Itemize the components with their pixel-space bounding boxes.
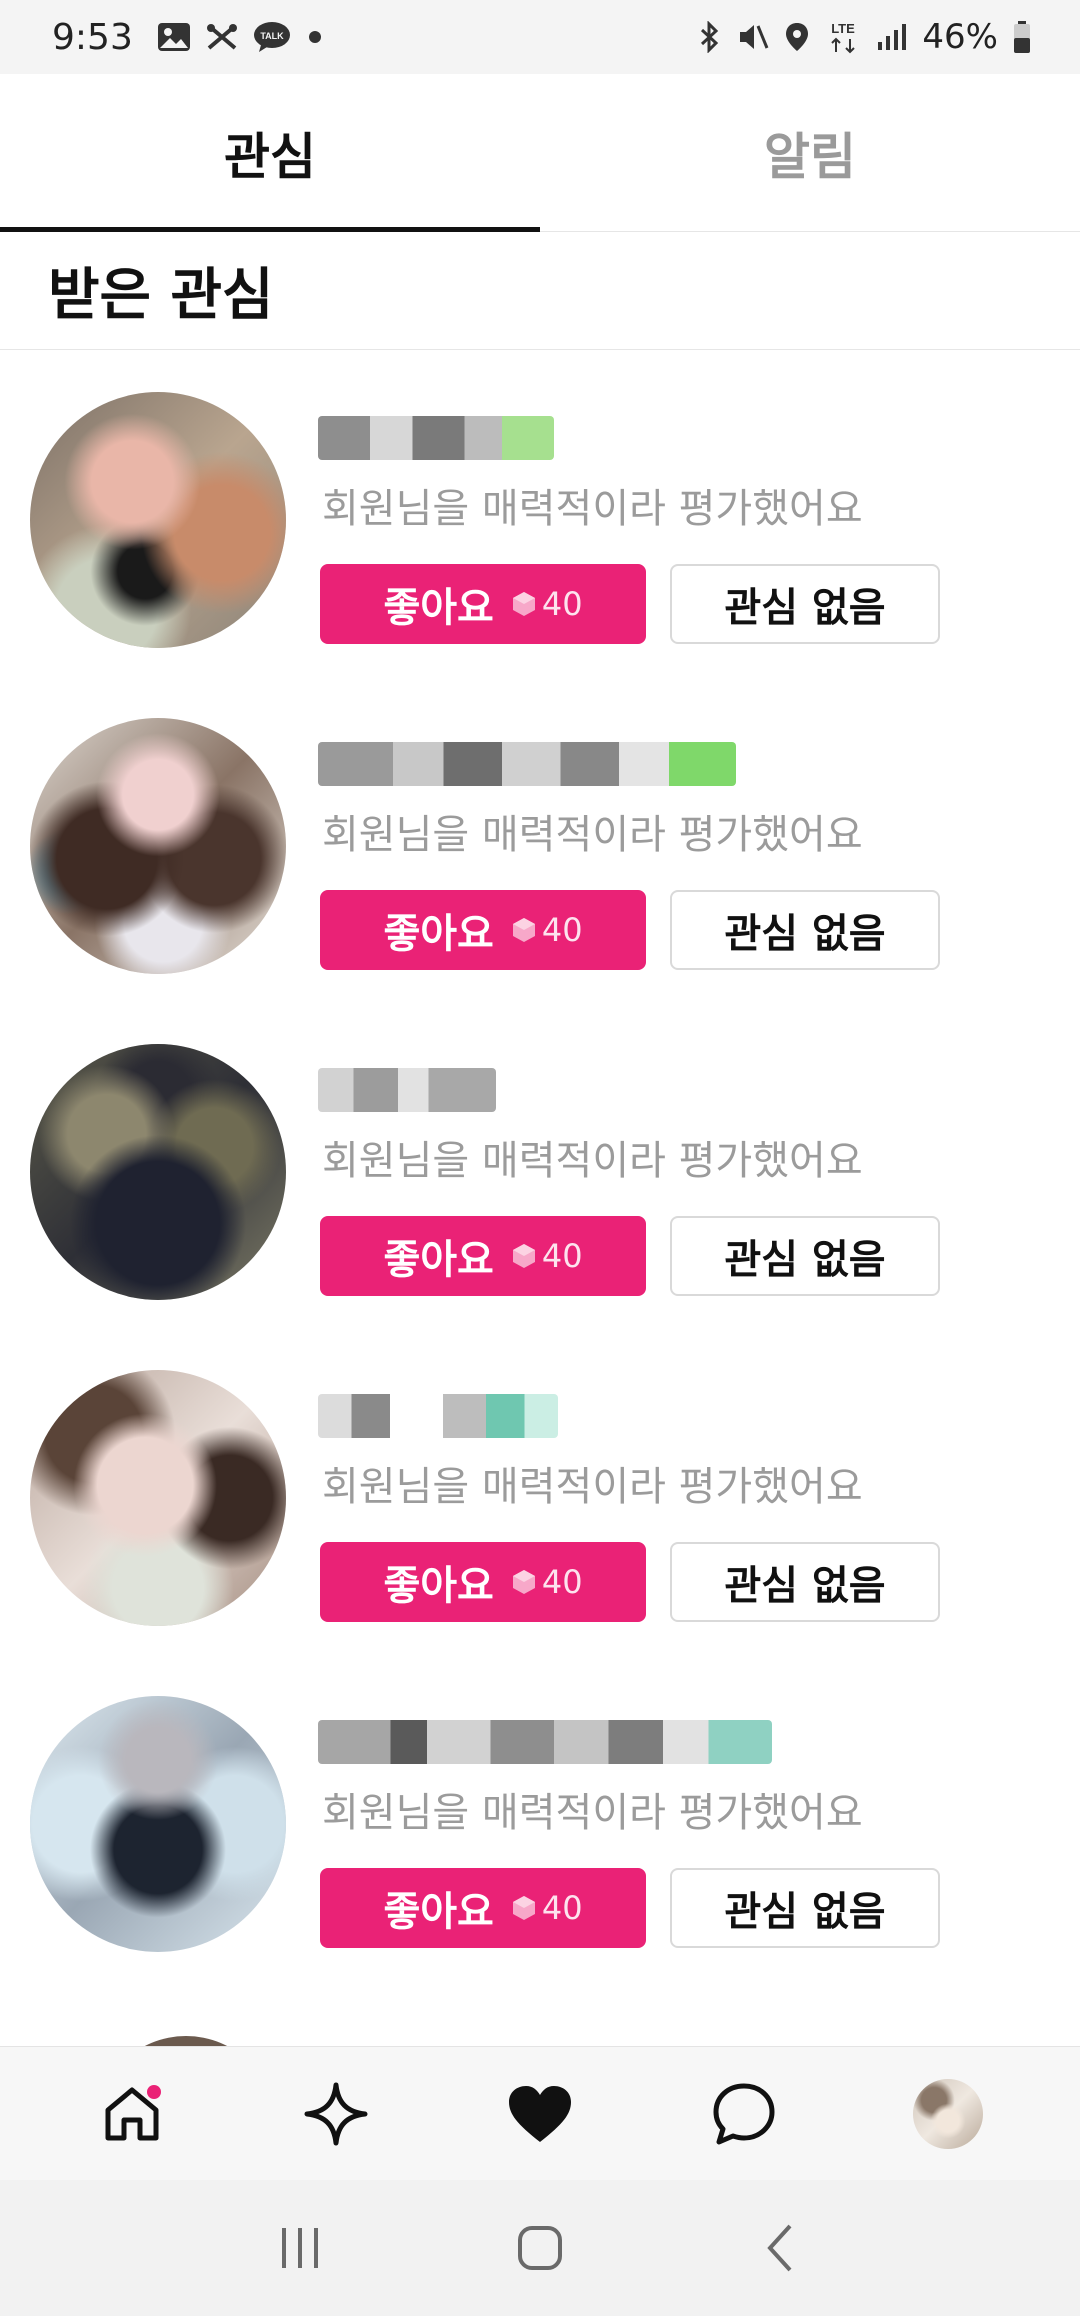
like-cost: 40 bbox=[512, 1237, 583, 1275]
like-button[interactable]: 좋아요 40 bbox=[320, 1216, 646, 1296]
list-item[interactable]: 회원님을 매력적이라 평가했어요 좋아요 40 관심 없음 bbox=[0, 350, 1080, 676]
avatar[interactable] bbox=[30, 1044, 286, 1300]
like-cost-value: 40 bbox=[541, 1889, 583, 1927]
nav-likes[interactable] bbox=[485, 2059, 595, 2169]
svg-text:LTE: LTE bbox=[832, 21, 856, 36]
gem-icon bbox=[512, 1896, 535, 1920]
blurred-username bbox=[318, 1394, 558, 1438]
status-right: LTE 46% bbox=[698, 17, 1032, 57]
not-interested-button[interactable]: 관심 없음 bbox=[670, 564, 940, 644]
like-label: 좋아요 bbox=[383, 1563, 494, 1609]
item-description: 회원님을 매력적이라 평가했어요 bbox=[322, 1138, 863, 1184]
like-button[interactable]: 좋아요 40 bbox=[320, 1542, 646, 1622]
gem-icon bbox=[512, 1244, 535, 1268]
blurred-username bbox=[318, 742, 736, 786]
avatar[interactable] bbox=[30, 392, 286, 648]
status-bar: 9:53 TALK LTE 46% bbox=[0, 0, 1080, 74]
kakaotalk-icon: TALK bbox=[253, 21, 291, 53]
blurred-username bbox=[318, 416, 554, 460]
status-left: 9:53 TALK bbox=[52, 17, 325, 58]
avatar[interactable] bbox=[30, 718, 286, 974]
like-label: 좋아요 bbox=[383, 1237, 494, 1283]
home-button[interactable] bbox=[500, 2208, 580, 2288]
svg-text:TALK: TALK bbox=[260, 31, 284, 41]
not-interested-button[interactable]: 관심 없음 bbox=[670, 1542, 940, 1622]
like-cost: 40 bbox=[512, 911, 583, 949]
bottom-nav bbox=[0, 2046, 1080, 2180]
location-icon bbox=[784, 21, 810, 53]
gem-icon bbox=[512, 592, 535, 616]
list-item[interactable]: 회원님을 매력적이라 평가했어요 좋아요 40 관심 없음 bbox=[0, 676, 1080, 1002]
item-description: 회원님을 매력적이라 평가했어요 bbox=[322, 812, 863, 858]
blurred-username bbox=[318, 1068, 496, 1112]
battery-icon bbox=[1012, 20, 1032, 54]
not-interested-button[interactable]: 관심 없음 bbox=[670, 1868, 940, 1948]
like-cost-value: 40 bbox=[541, 1237, 583, 1275]
chat-bubble-icon bbox=[713, 2083, 775, 2144]
notification-dot bbox=[147, 2084, 161, 2099]
battery-percent: 46% bbox=[922, 17, 998, 57]
recent-apps-icon bbox=[282, 2228, 318, 2268]
signal-icon bbox=[876, 22, 908, 52]
section-title: 받은 관심 bbox=[0, 232, 1080, 350]
avatar[interactable] bbox=[30, 1370, 286, 1626]
lte-icon: LTE bbox=[824, 19, 862, 55]
tab-interest[interactable]: 관심 bbox=[0, 74, 540, 232]
recent-apps-button[interactable] bbox=[260, 2208, 340, 2288]
blurred-username bbox=[318, 1720, 772, 1764]
dot-icon bbox=[305, 27, 325, 47]
like-button[interactable]: 좋아요 40 bbox=[320, 1868, 646, 1948]
like-cost: 40 bbox=[512, 585, 583, 623]
profile-avatar bbox=[913, 2078, 983, 2149]
like-cost-value: 40 bbox=[541, 911, 583, 949]
nav-chat[interactable] bbox=[689, 2059, 799, 2169]
status-time: 9:53 bbox=[52, 16, 133, 58]
nav-discover[interactable] bbox=[281, 2059, 391, 2169]
sparkle-star-icon bbox=[304, 2082, 368, 2145]
gem-icon bbox=[512, 918, 535, 942]
top-tabs: 관심 알림 bbox=[0, 74, 1080, 232]
back-chevron-icon bbox=[767, 2224, 792, 2272]
like-cost: 40 bbox=[512, 1563, 583, 1601]
system-nav-bar bbox=[0, 2180, 1080, 2316]
like-label: 좋아요 bbox=[383, 1889, 494, 1935]
home-square-icon bbox=[518, 2226, 562, 2270]
nav-home[interactable] bbox=[77, 2059, 187, 2169]
like-label: 좋아요 bbox=[383, 585, 494, 631]
tab-notifications[interactable]: 알림 bbox=[540, 74, 1080, 231]
gallery-icon bbox=[157, 22, 191, 52]
not-interested-button[interactable]: 관심 없음 bbox=[670, 890, 940, 970]
scissors-icon bbox=[205, 22, 239, 52]
item-description: 회원님을 매력적이라 평가했어요 bbox=[322, 1464, 863, 1510]
like-cost-value: 40 bbox=[541, 585, 583, 623]
bluetooth-icon bbox=[698, 21, 722, 53]
mute-icon bbox=[736, 21, 770, 53]
like-label: 좋아요 bbox=[383, 911, 494, 957]
heart-icon bbox=[509, 2085, 571, 2142]
item-description: 회원님을 매력적이라 평가했어요 bbox=[322, 486, 863, 532]
gem-icon bbox=[512, 1570, 535, 1594]
not-interested-button[interactable]: 관심 없음 bbox=[670, 1216, 940, 1296]
list-item[interactable]: 회원님을 매력적이라 평가했어요 좋아요 40 관심 없음 bbox=[0, 1328, 1080, 1654]
like-cost-value: 40 bbox=[541, 1563, 583, 1601]
avatar[interactable] bbox=[30, 1696, 286, 1952]
like-button[interactable]: 좋아요 40 bbox=[320, 890, 646, 970]
like-button[interactable]: 좋아요 40 bbox=[320, 564, 646, 644]
item-description: 회원님을 매력적이라 평가했어요 bbox=[322, 1790, 863, 1836]
back-button[interactable] bbox=[740, 2208, 820, 2288]
nav-profile[interactable] bbox=[893, 2059, 1003, 2169]
like-cost: 40 bbox=[512, 1889, 583, 1927]
list-item[interactable]: 회원님을 매력적이라 평가했어요 좋아요 40 관심 없음 bbox=[0, 1654, 1080, 1980]
list-item[interactable]: 회원님을 매력적이라 평가했어요 좋아요 40 관심 없음 bbox=[0, 1002, 1080, 1328]
